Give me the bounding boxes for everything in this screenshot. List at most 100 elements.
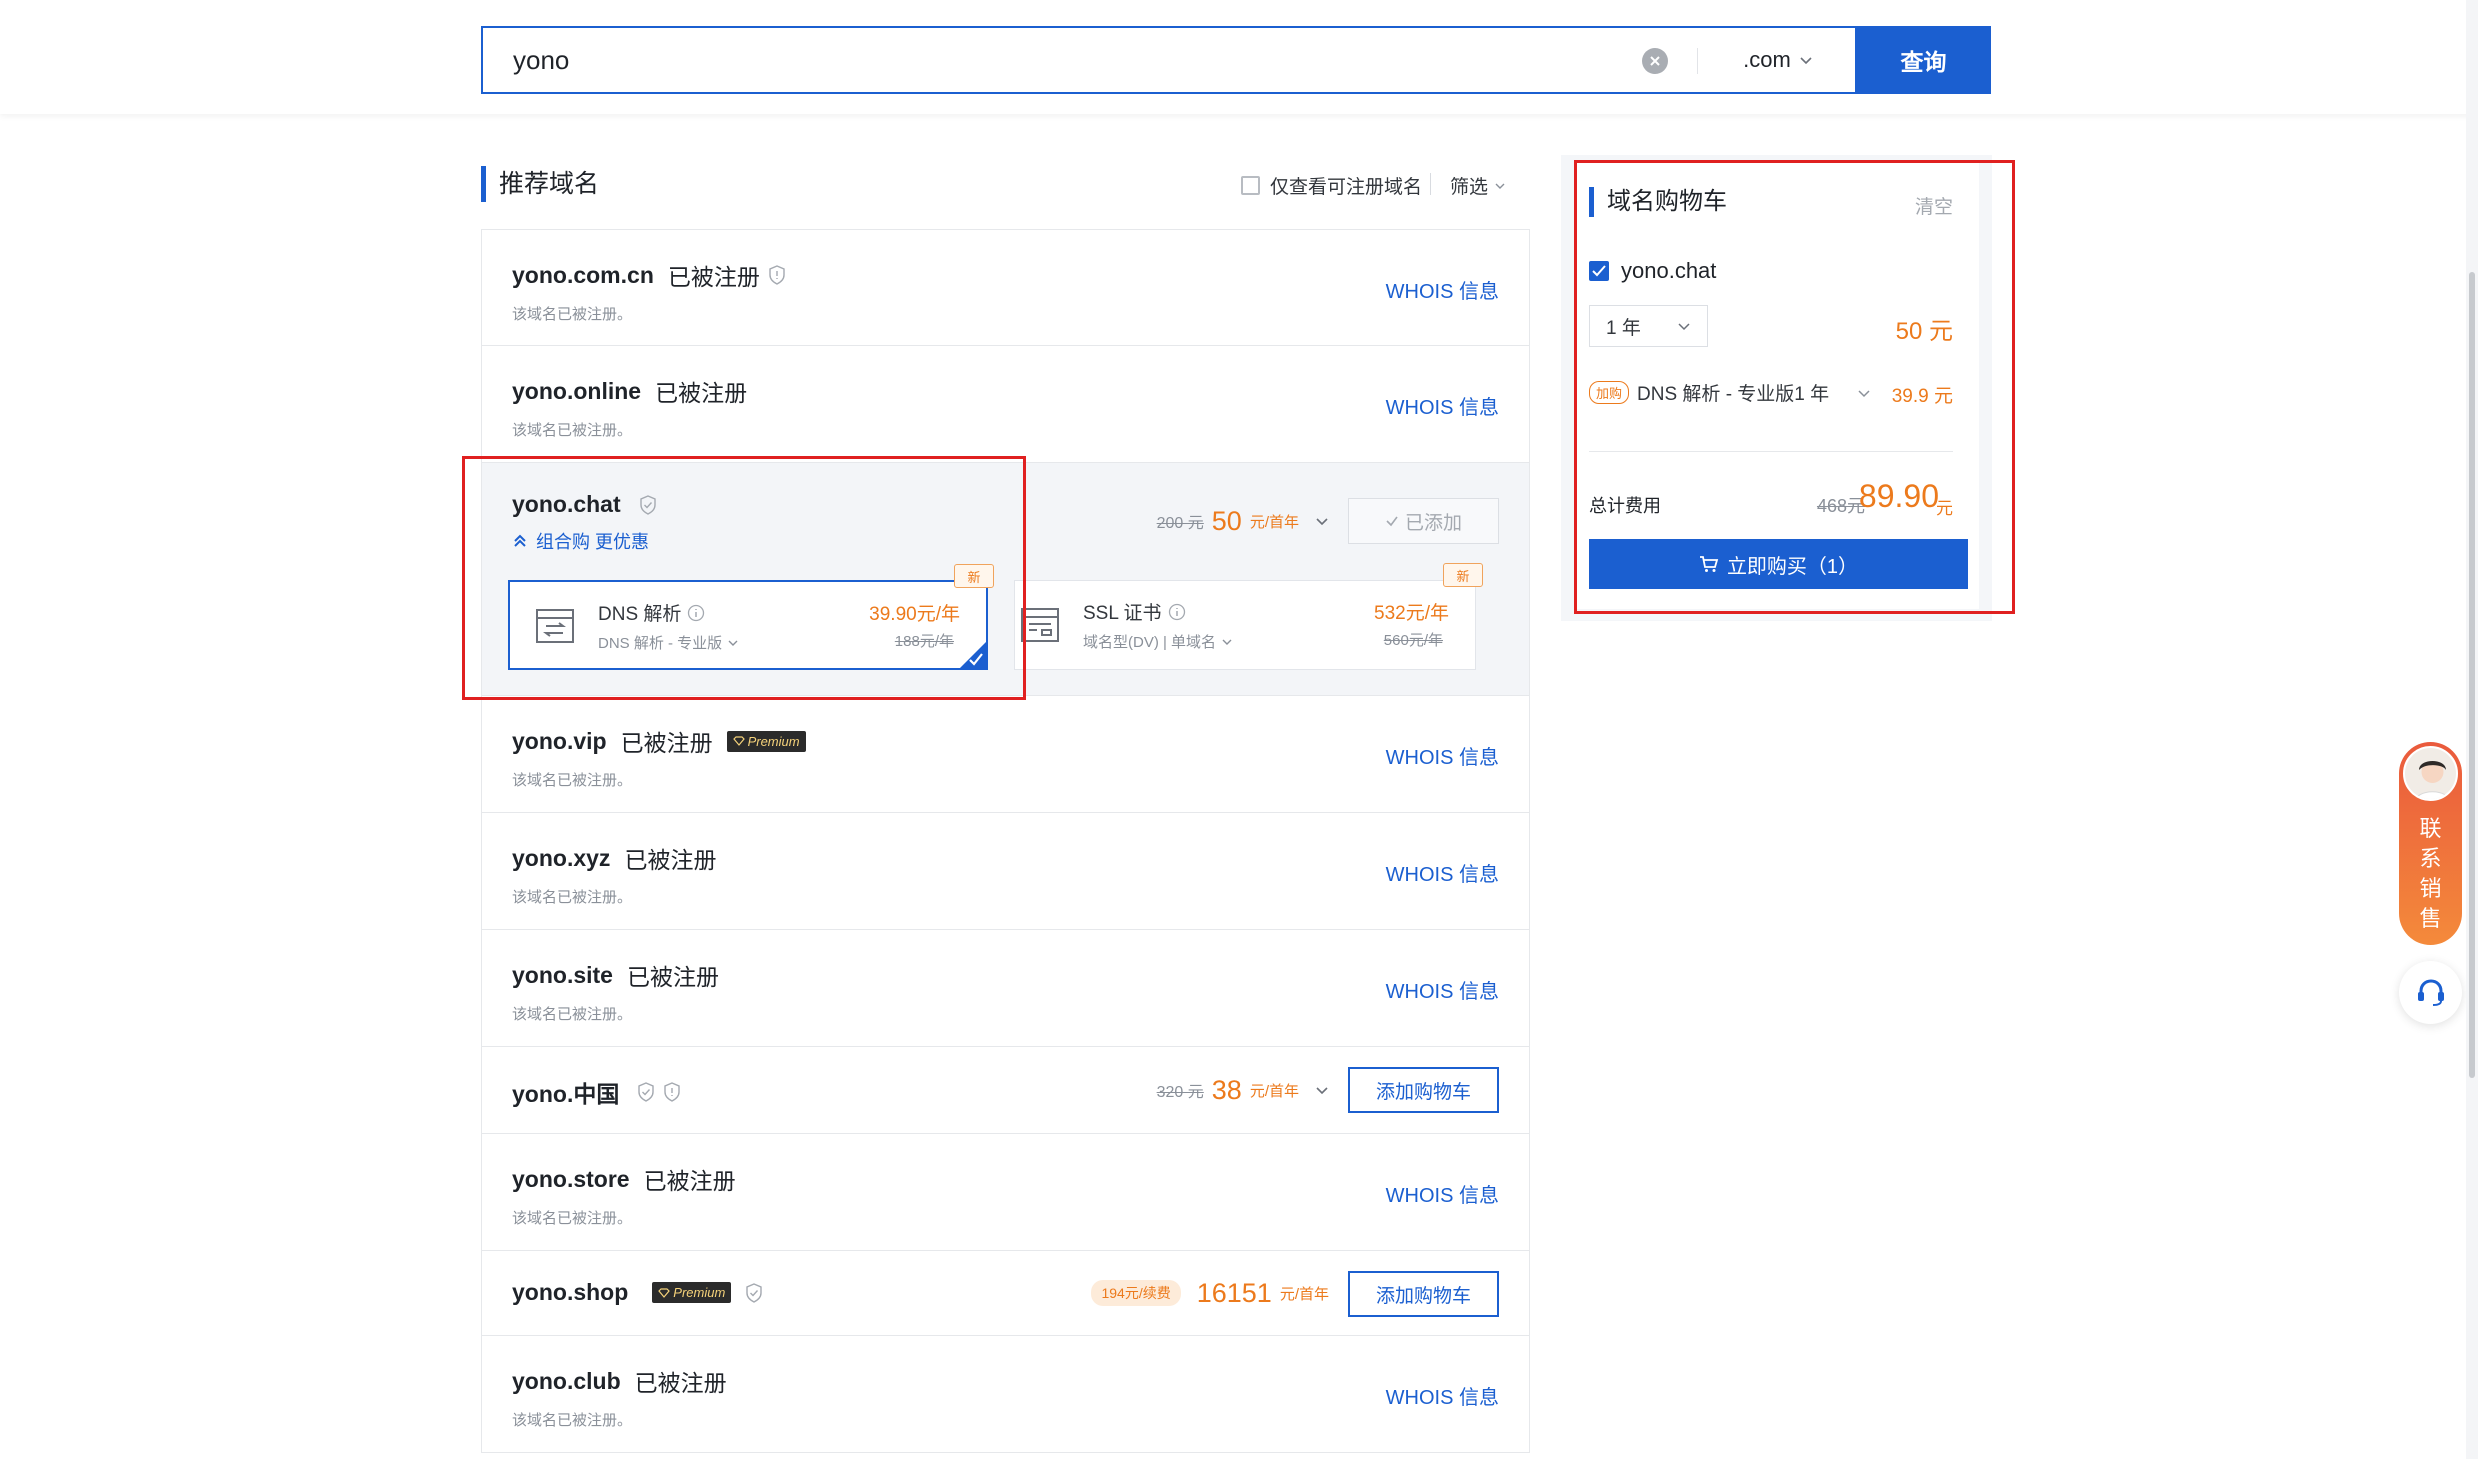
premium-badge: Premium: [652, 1282, 732, 1303]
cart-item-price: 50 元: [1895, 318, 1953, 345]
domain-status: 已被注册: [643, 1168, 736, 1194]
premium-badge: Premium: [726, 730, 806, 752]
domain-note: 该域名已被注册。: [512, 772, 633, 789]
double-chevron-up-icon: [514, 534, 526, 547]
cart-inner: 域名购物车 清空 yono.chat 1 年 50 元 加购 DNS 解析 - …: [1575, 161, 1979, 609]
headset-icon: [2417, 978, 2444, 1006]
whois-link[interactable]: WHOIS 信息: [1386, 275, 1499, 304]
card-price: 532元/年: [1374, 603, 1449, 624]
filter-dropdown[interactable]: 筛选: [1450, 172, 1506, 199]
chevron-down-icon: [1222, 639, 1232, 645]
addon-name: DNS 解析 - 专业版1 年: [1637, 384, 1830, 405]
diamond-icon: [658, 1287, 671, 1298]
domain-note: 该域名已被注册。: [512, 889, 633, 906]
search-divider: [1697, 48, 1698, 74]
domain-note: 该域名已被注册。: [512, 1210, 633, 1227]
search-button[interactable]: 查询: [1856, 26, 1991, 94]
card-sub[interactable]: DNS 解析 - 专业版: [598, 632, 739, 653]
domain-name: yono.online 已被注册: [512, 374, 747, 408]
domain-name: yono.store 已被注册: [512, 1162, 736, 1196]
domain-name: yono.shop Premium: [512, 1279, 763, 1306]
whois-link[interactable]: WHOIS 信息: [1386, 741, 1499, 770]
cart-item: yono.chat: [1589, 258, 1716, 284]
info-icon: [1168, 603, 1185, 620]
contact-sales-widget[interactable]: 联 系 销 售: [2399, 742, 2462, 945]
add-to-cart-button[interactable]: 添加购物车: [1348, 1067, 1499, 1113]
total-label: 总计费用: [1589, 496, 1661, 516]
card-sub[interactable]: 域名型(DV) | 单域名: [1083, 631, 1233, 652]
new-tag: 新: [954, 564, 994, 588]
top-search-bar: .com 查询: [0, 0, 2478, 114]
price-old: 200 元: [1156, 515, 1204, 532]
buy-now-button[interactable]: 立即购买（1）: [1589, 539, 1968, 589]
search-box: .com: [481, 26, 1857, 94]
bundle-toggle[interactable]: 组合购 更优惠: [512, 528, 649, 554]
card-price-old: 188元/年: [894, 633, 954, 650]
year-select[interactable]: 1 年: [1589, 305, 1708, 347]
domain-note: 该域名已被注册。: [512, 422, 633, 439]
clear-icon[interactable]: [1642, 48, 1668, 74]
buy-now-label: 立即购买（1）: [1726, 555, 1859, 578]
whois-link[interactable]: WHOIS 信息: [1386, 1381, 1499, 1410]
only-available-checkbox[interactable]: [1241, 176, 1260, 195]
cart-divider: [1589, 451, 1953, 452]
domain-row: yono.club 已被注册 该域名已被注册。 WHOIS 信息: [481, 1336, 1530, 1453]
contact-sales-label: 联 系 销 售: [2419, 816, 2442, 931]
chevron-down-icon[interactable]: [1857, 386, 1871, 400]
domain-note: 该域名已被注册。: [512, 1412, 633, 1429]
domain-row: yono.store 已被注册 该域名已被注册。 WHOIS 信息: [481, 1134, 1530, 1251]
cart-icon: [1699, 556, 1719, 572]
cart-item-checkbox[interactable]: [1589, 261, 1609, 281]
tld-select[interactable]: .com: [1699, 28, 1857, 92]
whois-link[interactable]: WHOIS 信息: [1386, 858, 1499, 887]
domain-row: yono.com.cn 已被注册 该域名已被注册。 WHOIS 信息: [481, 229, 1530, 346]
whois-link[interactable]: WHOIS 信息: [1386, 975, 1499, 1004]
check-icon: [1386, 516, 1398, 527]
ssl-product-card[interactable]: SSL 证书 域名型(DV) | 单域名 532元/年 560元/年 新: [1014, 563, 1483, 670]
chevron-down-icon[interactable]: [1315, 1083, 1329, 1097]
check-icon: [1592, 265, 1606, 277]
filter-label: 筛选: [1450, 177, 1489, 198]
total-old-price: 468元: [1816, 496, 1865, 516]
domain-status: 已被注册: [620, 730, 713, 756]
chevron-down-icon[interactable]: [1315, 514, 1329, 528]
total-price: 89.90: [1858, 478, 1939, 514]
page-scrollbar[interactable]: [2466, 0, 2478, 1459]
tld-select-value: .com: [1743, 47, 1791, 72]
add-to-cart-button[interactable]: 添加购物车: [1348, 1271, 1499, 1317]
whois-link[interactable]: WHOIS 信息: [1386, 1179, 1499, 1208]
domain-row: yono.online 已被注册 该域名已被注册。 WHOIS 信息: [481, 346, 1530, 463]
cart-panel: 域名购物车 清空 yono.chat 1 年 50 元 加购 DNS 解析 - …: [1561, 155, 1992, 621]
support-button[interactable]: [2399, 961, 2462, 1024]
price-unit: 元/首年: [1249, 513, 1299, 531]
search-input[interactable]: [483, 28, 1643, 92]
section-title: 推荐域名: [481, 166, 599, 202]
cart-addon: 加购 DNS 解析 - 专业版1 年: [1589, 379, 1871, 406]
domain-name: yono.com.cn 已被注册: [512, 258, 786, 292]
dns-product-card[interactable]: DNS 解析 DNS 解析 - 专业版 39.90元/年 188元/年 新: [508, 564, 994, 670]
only-available-toggle[interactable]: 仅查看可注册域名: [1241, 172, 1422, 199]
added-label: 已添加: [1404, 512, 1462, 534]
check-icon: [969, 653, 983, 666]
scrollbar-thumb[interactable]: [2469, 272, 2475, 1078]
dns-icon: [536, 609, 574, 643]
whois-link[interactable]: WHOIS 信息: [1386, 391, 1499, 420]
card-price-old: 560元/年: [1383, 632, 1443, 649]
domain-name: yono.club 已被注册: [512, 1364, 727, 1398]
diamond-icon: [732, 736, 745, 746]
ssl-icon: [1021, 608, 1059, 642]
shield-check-icon: [746, 1282, 763, 1303]
domain-row: yono.site 已被注册 该域名已被注册。 WHOIS 信息: [481, 930, 1530, 1047]
cart-item-name: yono.chat: [1621, 258, 1717, 283]
header-divider: [1430, 173, 1431, 195]
domain-row: yono.xyz 已被注册 该域名已被注册。 WHOIS 信息: [481, 813, 1530, 930]
shield-check-icon: [639, 494, 656, 515]
chevron-down-icon: [728, 640, 738, 646]
domain-note: 该域名已被注册。: [512, 306, 633, 323]
bundle-link-label: 组合购 更优惠: [536, 532, 650, 552]
domain-name: yono.xyz 已被注册: [512, 841, 716, 875]
domain-name: yono.site 已被注册: [512, 958, 719, 992]
cart-title: 域名购物车: [1589, 187, 1727, 217]
cart-clear-button[interactable]: 清空: [1915, 192, 1953, 219]
addon-price: 39.9 元: [1891, 386, 1953, 407]
